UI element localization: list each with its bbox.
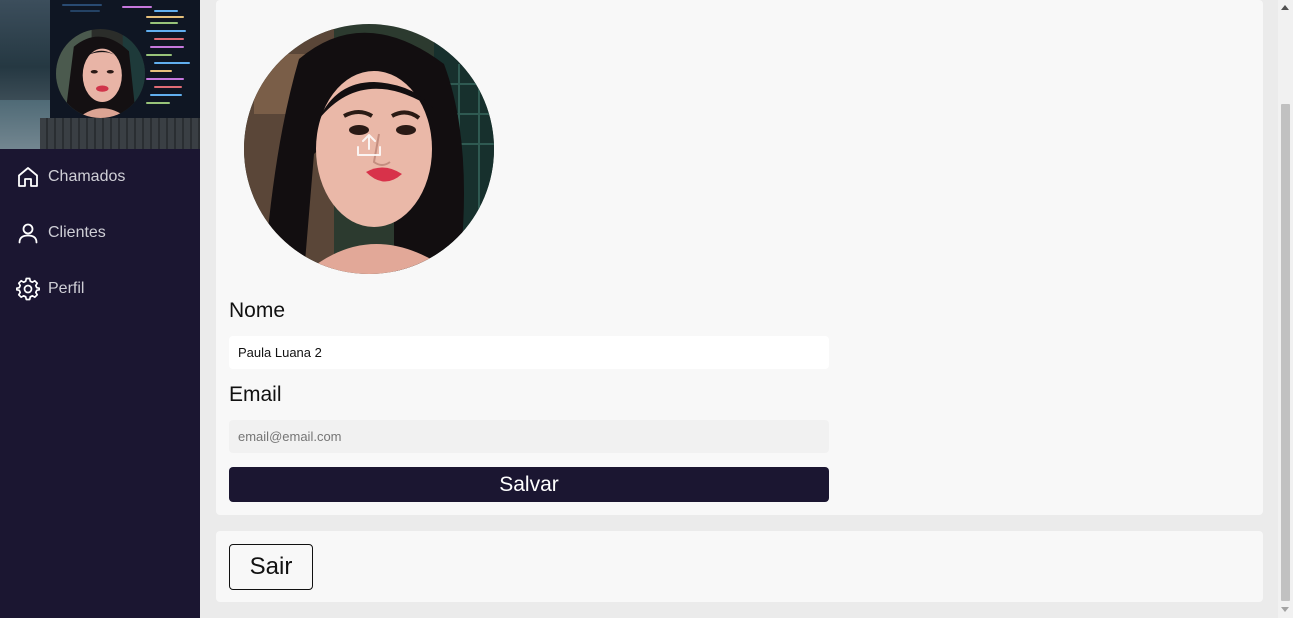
sidebar: Chamados Clientes Perfil [0,0,200,618]
sidebar-item-label: Clientes [48,224,106,241]
avatar-upload[interactable] [244,24,494,274]
laptop-keyboard [40,118,200,149]
scroll-down-arrow-icon[interactable] [1281,607,1289,612]
sidebar-item-chamados[interactable]: Chamados [0,149,200,205]
scrollbar[interactable] [1278,0,1293,618]
sidebar-item-label: Perfil [48,280,85,297]
gear-icon [16,277,40,301]
sidebar-cover-image [0,0,200,149]
name-label: Nome [229,299,286,322]
logout-button[interactable]: Sair [229,544,313,590]
name-field[interactable] [229,336,829,369]
save-button[interactable]: Salvar [229,467,829,502]
user-icon [18,223,38,244]
scroll-up-arrow-icon[interactable] [1281,5,1289,10]
sidebar-item-perfil[interactable]: Perfil [0,261,200,317]
upload-icon[interactable] [355,131,383,159]
avatar [56,29,145,118]
logout-card: Sair [216,531,1263,602]
profile-form-card: Nome Email Salvar [216,0,1263,515]
sidebar-item-label: Chamados [48,168,126,185]
home-icon [18,167,38,187]
scrollbar-thumb[interactable] [1281,104,1290,601]
sidebar-nav: Chamados Clientes Perfil [0,149,200,317]
sidebar-item-clientes[interactable]: Clientes [0,205,200,261]
email-field[interactable] [229,420,829,453]
email-label: Email [229,383,282,406]
